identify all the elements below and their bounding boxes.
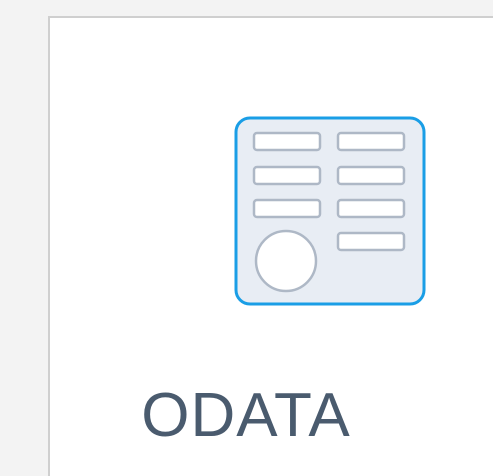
odata-form-icon [234,116,426,306]
icon-field [252,131,322,152]
icon-field [336,231,406,252]
icon-field [336,198,406,219]
icon-field [336,165,406,186]
icon-field [336,131,406,152]
icon-circle [254,229,318,293]
odata-card[interactable]: ODATA [48,16,493,476]
icon-field [252,165,322,186]
card-label: ODATA [141,381,351,450]
icon-field [252,198,322,219]
